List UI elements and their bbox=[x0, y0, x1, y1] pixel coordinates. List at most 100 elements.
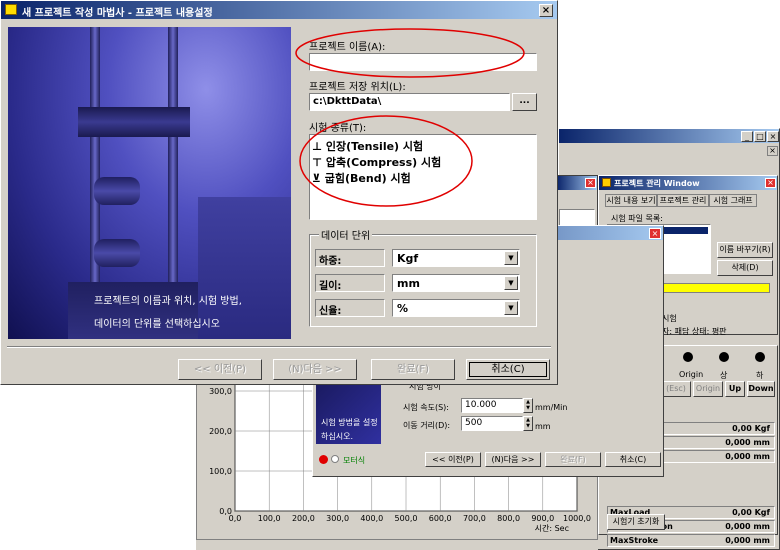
x-tick-label: 600,0 bbox=[429, 514, 452, 523]
test-type-list[interactable]: ⊥ 인장(Tensile) 시험 ⊤ 압축(Compress) 시험 ⊻ 굽힘(… bbox=[309, 134, 537, 220]
setup-dialog-close-icon[interactable]: × bbox=[649, 228, 661, 239]
test-speed-label: 시험 속도(S): bbox=[403, 403, 449, 412]
test-type-item-tensile[interactable]: ⊥ 인장(Tensile) 시험 bbox=[312, 138, 423, 154]
info-text: 자: 패담 상태: 평판 bbox=[662, 327, 727, 336]
wizard-next-button[interactable]: (N)다음 >> bbox=[273, 359, 357, 380]
file-list-label: 시험 파일 목록: bbox=[611, 214, 663, 223]
y-tick-label: 100,0 bbox=[209, 467, 232, 476]
y-tick-label: 300,0 bbox=[209, 387, 232, 396]
reading-value: 0,000 mm bbox=[725, 438, 770, 447]
instruction-line2: 데이터의 단위를 선택하십시오 bbox=[94, 319, 220, 330]
distance-unit: mm bbox=[535, 422, 551, 431]
maximize-icon[interactable]: □ bbox=[754, 131, 766, 142]
elongation-unit-select[interactable]: % ▼ bbox=[392, 299, 520, 317]
project-name-input[interactable] bbox=[309, 53, 537, 71]
down-indicator bbox=[755, 352, 765, 362]
wizard-finish-button[interactable]: 완료(F) bbox=[371, 359, 455, 380]
test-speed-spinner[interactable]: ▲ ▼ bbox=[523, 398, 533, 413]
units-group-label: 데이터 단위 bbox=[319, 227, 373, 242]
machine-grip-lower bbox=[94, 239, 140, 267]
bend-icon: ⊻ bbox=[312, 172, 321, 185]
x-tick-label: 1000,0 bbox=[563, 514, 591, 523]
x-axis-label: 시간: Sec bbox=[535, 523, 569, 533]
length-unit-select[interactable]: mm ▼ bbox=[392, 274, 520, 292]
x-tick-label: 400,0 bbox=[360, 514, 383, 523]
x-tick-label: 500,0 bbox=[395, 514, 418, 523]
motor-label: 모터식 bbox=[343, 456, 366, 465]
test-speed-value: 10.000 bbox=[465, 400, 497, 410]
reading-label: MaxStroke bbox=[610, 536, 659, 545]
browse-button[interactable]: ... bbox=[512, 93, 537, 111]
machine-base bbox=[68, 282, 198, 339]
move-distance-spinner[interactable]: ▲ ▼ bbox=[523, 416, 533, 431]
x-tick-label: 900,0 bbox=[531, 514, 554, 523]
project-wizard-dialog: 새 프로젝트 작성 마법사 - 프로젝트 내용설정 × 프로젝트의 이름과 위치… bbox=[0, 0, 558, 385]
chevron-down-icon[interactable]: ▼ bbox=[504, 301, 518, 315]
wizard-cancel-button[interactable]: 취소(C) bbox=[466, 359, 550, 380]
test-type-item-bend[interactable]: ⊻ 굽힘(Bend) 시험 bbox=[312, 170, 411, 186]
tab-graph[interactable]: 시험 그래프 bbox=[709, 194, 757, 207]
up-indicator bbox=[719, 352, 729, 362]
tensile-icon: ⊥ bbox=[312, 140, 323, 153]
setup-hint-line1: 시험 방법을 설정 bbox=[321, 418, 378, 427]
wizard-divider bbox=[7, 346, 551, 348]
wizard-back-button[interactable]: << 이전(P) bbox=[178, 359, 262, 380]
tab-view-label: 시험 내용 보기 bbox=[606, 196, 656, 205]
minimize-icon[interactable]: _ bbox=[741, 131, 753, 142]
delete-button[interactable]: 삭제(D) bbox=[717, 260, 773, 276]
elongation-label: 신율: bbox=[319, 306, 342, 317]
tab-project[interactable]: 프로젝트 관리 bbox=[657, 194, 709, 207]
left-window-close-icon[interactable]: × bbox=[585, 178, 596, 188]
tab-project-label: 프로젝트 관리 bbox=[659, 196, 707, 205]
wizard-close-icon[interactable]: × bbox=[539, 4, 553, 17]
move-distance-label: 이동 거리(D): bbox=[403, 421, 451, 430]
instruction-line1: 프로젝트의 이름과 위치, 시험 방법, bbox=[94, 296, 242, 307]
project-window-title: 프로젝트 관리 Window bbox=[614, 179, 700, 188]
esc-button[interactable]: (Esc) bbox=[661, 381, 691, 397]
speed-unit: mm/Min bbox=[535, 403, 568, 412]
setup-hint-line2: 하십시오. bbox=[321, 432, 353, 441]
rename-button[interactable]: 이름 바꾸기(R) bbox=[717, 242, 773, 258]
origin-label: Origin bbox=[679, 370, 704, 379]
reset-machine-button[interactable]: 시험기 초기화 bbox=[607, 514, 665, 530]
reading-value: 0,00 Kgf bbox=[732, 508, 770, 517]
status-highlight-bar bbox=[662, 283, 770, 293]
setup-cancel-button[interactable]: 취소(C) bbox=[605, 452, 661, 467]
tensile-label: 인장(Tensile) 시험 bbox=[325, 140, 424, 153]
main-menubar bbox=[559, 143, 779, 159]
bend-label: 굽힘(Bend) 시험 bbox=[324, 172, 411, 185]
y-tick-label: 0,0 bbox=[219, 507, 232, 516]
x-tick-label: 800,0 bbox=[497, 514, 520, 523]
motor-radio[interactable] bbox=[331, 455, 339, 463]
tab-view[interactable]: 시험 내용 보기 bbox=[605, 194, 657, 207]
test-speed-input[interactable]: 10.000 bbox=[461, 398, 523, 413]
setup-finish-button[interactable]: 완료(F) bbox=[545, 452, 601, 467]
close-icon[interactable]: × bbox=[767, 131, 779, 142]
chevron-down-icon[interactable]: ▼ bbox=[504, 276, 518, 290]
x-tick-label: 300,0 bbox=[326, 514, 349, 523]
test-label: 시험 bbox=[662, 314, 677, 323]
reading-value: 0,000 mm bbox=[725, 452, 770, 461]
setup-record-icon bbox=[319, 455, 328, 464]
save-location-label: 프로젝트 저장 위치(L): bbox=[309, 82, 406, 93]
project-name-label: 프로젝트 이름(A): bbox=[309, 42, 386, 53]
save-location-input[interactable]: c:\DkttData\ bbox=[309, 93, 510, 111]
load-unit-value: Kgf bbox=[397, 252, 419, 265]
load-unit-select[interactable]: Kgf ▼ bbox=[392, 249, 520, 267]
down-button[interactable]: Down bbox=[747, 381, 775, 397]
x-tick-label: 700,0 bbox=[463, 514, 486, 523]
up-label: 상 bbox=[720, 371, 728, 380]
setup-back-button[interactable]: << 이전(P) bbox=[425, 452, 481, 467]
up-button[interactable]: Up bbox=[725, 381, 745, 397]
chevron-down-icon[interactable]: ▼ bbox=[504, 251, 518, 265]
origin-button[interactable]: Origin bbox=[693, 381, 723, 397]
reading-row: MaxStroke 0,000 mm bbox=[607, 534, 775, 547]
compress-label: 압축(Compress) 시험 bbox=[325, 156, 442, 169]
tab-graph-label: 시험 그래프 bbox=[713, 196, 753, 205]
move-distance-input[interactable]: 500 bbox=[461, 416, 523, 431]
test-type-item-compress[interactable]: ⊤ 압축(Compress) 시험 bbox=[312, 154, 441, 170]
menubar-close-icon[interactable]: × bbox=[767, 146, 778, 156]
setup-next-button[interactable]: (N)다음 >> bbox=[485, 452, 541, 467]
project-window-close-icon[interactable]: × bbox=[765, 178, 776, 188]
machine-grip bbox=[94, 177, 140, 205]
